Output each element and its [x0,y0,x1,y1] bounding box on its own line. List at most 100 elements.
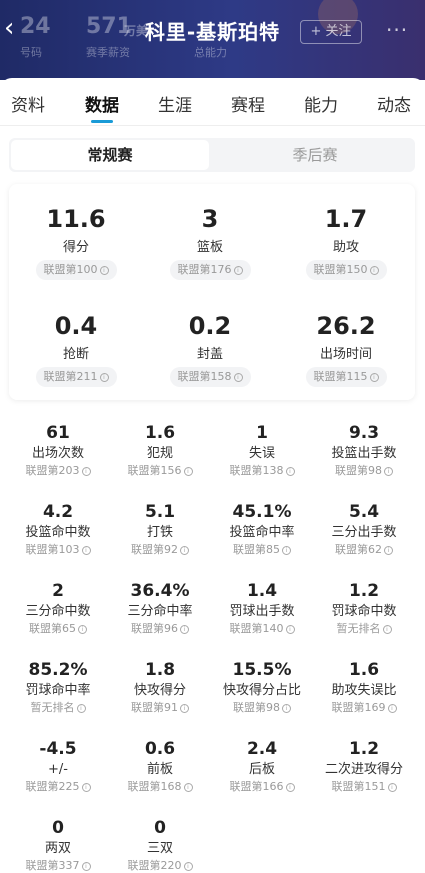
stat-value: -4.5 [39,739,77,759]
stat-rank[interactable]: 联盟第65 i [6,621,110,636]
active-tab-indicator [91,120,113,123]
stat-rank-text: 联盟第65 [29,622,76,635]
stat-cell: 5.4 三分出手数 联盟第62 i [312,501,416,557]
stat-name: 失误 [248,446,275,461]
stat-cell: 4.2 投篮命中数 联盟第103 i [6,501,110,557]
stat-name: 三分命中数 [25,604,91,619]
stat-rank[interactable]: 联盟第225 i [6,779,110,794]
stat-name: 罚球命中数 [331,604,397,619]
stat-rank-text: 联盟第98 [233,701,280,714]
info-icon: i [384,466,393,476]
stat-rank[interactable]: 联盟第203 i [6,463,110,478]
stat-value: 2.4 [246,739,278,759]
stat-rank[interactable]: 联盟第91 i [108,700,212,715]
stat-name: 投篮命中率 [229,525,295,540]
stat-value: 1.4 [246,581,278,601]
stat-name: 得分 [62,240,89,255]
info-icon: i [382,624,392,634]
stat-name: 两双 [44,841,71,856]
tab-schedule[interactable]: 赛程 [231,91,265,116]
stat-rank[interactable]: 联盟第98 i [312,463,416,478]
stat-name: 投篮出手数 [331,446,397,461]
stat-rank[interactable]: 联盟第92 i [108,542,212,557]
stat-value: 0.2 [188,312,232,340]
stat-rank[interactable]: 联盟第156 i [108,463,212,478]
tab-news[interactable]: 动态 [377,91,411,116]
stat-rank[interactable]: 联盟第85 i [210,542,314,557]
stat-rank[interactable]: 联盟第168 i [108,779,212,794]
stat-rank-text: 联盟第138 [229,464,284,477]
stat-rank-text: 暂无排名 [30,701,75,714]
stat-value: 45.1% [232,502,292,522]
season-type-toggle: 常规赛 季后赛 [9,138,415,172]
stat-value: 0 [52,818,64,838]
stat-rank[interactable]: 联盟第103 i [6,542,110,557]
info-icon: i [282,545,291,555]
tab-bar: 资料 数据 生涯 赛程 能力 动态 [0,78,425,126]
stat-name: 三分出手数 [331,525,397,540]
main-stat: 1.7 助攻 联盟第150 i [281,204,411,280]
playoffs-option[interactable]: 季后赛 [217,140,413,170]
stat-rank-badge[interactable]: 联盟第150 i [305,260,387,280]
stat-rank[interactable]: 联盟第96 i [108,621,212,636]
stat-cell: 45.1% 投篮命中率联盟第85 i [210,501,314,557]
stat-rank[interactable]: 联盟第62 i [312,542,416,557]
header-stat-label: 总能力 [194,46,227,59]
stat-name: 前板 [146,762,173,777]
stat-rank-text: 联盟第96 [131,622,178,635]
stat-name: 三分命中率 [127,604,193,619]
stat-rank-badge[interactable]: 联盟第211 i [35,367,117,387]
stat-cell: 1.2 罚球命中数 暂无排名 i [312,580,416,636]
stat-rank[interactable]: 联盟第98 i [210,700,314,715]
stat-rank-text: 联盟第140 [229,622,284,635]
stat-name: 篮板 [196,240,223,255]
stat-rank[interactable]: 联盟第140 i [210,621,314,636]
stat-rank-text: 联盟第85 [233,543,280,556]
stat-value: 85.2% [28,660,88,680]
regular-season-option[interactable]: 常规赛 [11,140,209,170]
more-icon[interactable]: ··· [386,18,408,42]
info-icon: i [233,265,243,275]
stat-name: 罚球命中率 [25,683,91,698]
stat-rank[interactable]: 联盟第151 i [312,779,416,794]
info-icon: i [369,265,379,275]
stat-rank-badge[interactable]: 联盟第100 i [35,260,117,280]
stat-rank-text: 暂无排名 [336,622,381,635]
info-icon: i [180,545,189,555]
stat-rank-badge[interactable]: 联盟第115 i [305,367,387,387]
stat-rank[interactable]: 联盟第169 i [312,700,416,715]
stat-rank[interactable]: 暂无排名 i [6,700,110,715]
stat-rank[interactable]: 联盟第337 i [6,858,110,873]
stat-value: 1.6 [348,660,380,680]
stat-cell: 85.2% 罚球命中率暂无排名 i [6,659,110,715]
tab-stats[interactable]: 数据 [85,91,119,116]
main-stat: 11.6 得分 联盟第100 i [11,204,141,280]
stat-rank[interactable]: 联盟第166 i [210,779,314,794]
stat-cell: 0 两双联盟第337 i [6,817,110,873]
stat-name: 抢断 [62,347,89,362]
stat-name: 助攻失误比 [331,683,397,698]
stat-cell: 5.1 打铁 联盟第92 i [108,501,212,557]
main-stat: 3 篮板 联盟第176 i [145,204,275,280]
follow-button[interactable]: + 关注 [300,20,362,44]
tab-ability[interactable]: 能力 [304,91,338,116]
stat-name: 罚球出手数 [229,604,295,619]
stat-value: 0 [154,818,166,838]
tab-career[interactable]: 生涯 [158,91,192,116]
stat-name: 后板 [248,762,275,777]
tab-profile[interactable]: 资料 [11,91,45,116]
main-stat: 0.2 封盖 联盟第158 i [145,311,275,387]
stat-value: 61 [46,423,70,443]
header-stat-label: 赛季薪资 [86,46,130,59]
stat-rank-text: 联盟第166 [229,780,284,793]
stat-value: 26.2 [316,312,376,340]
info-icon: i [183,861,193,871]
stat-rank-badge[interactable]: 联盟第176 i [169,260,251,280]
stat-rank[interactable]: 联盟第138 i [210,463,314,478]
main-stat: 0.4 抢断 联盟第211 i [11,311,141,387]
stat-rank[interactable]: 暂无排名 i [312,621,416,636]
stat-rank-text: 联盟第103 [25,543,80,556]
stat-rank[interactable]: 联盟第220 i [108,858,212,873]
info-icon: i [81,861,91,871]
stat-rank-badge[interactable]: 联盟第158 i [169,367,251,387]
